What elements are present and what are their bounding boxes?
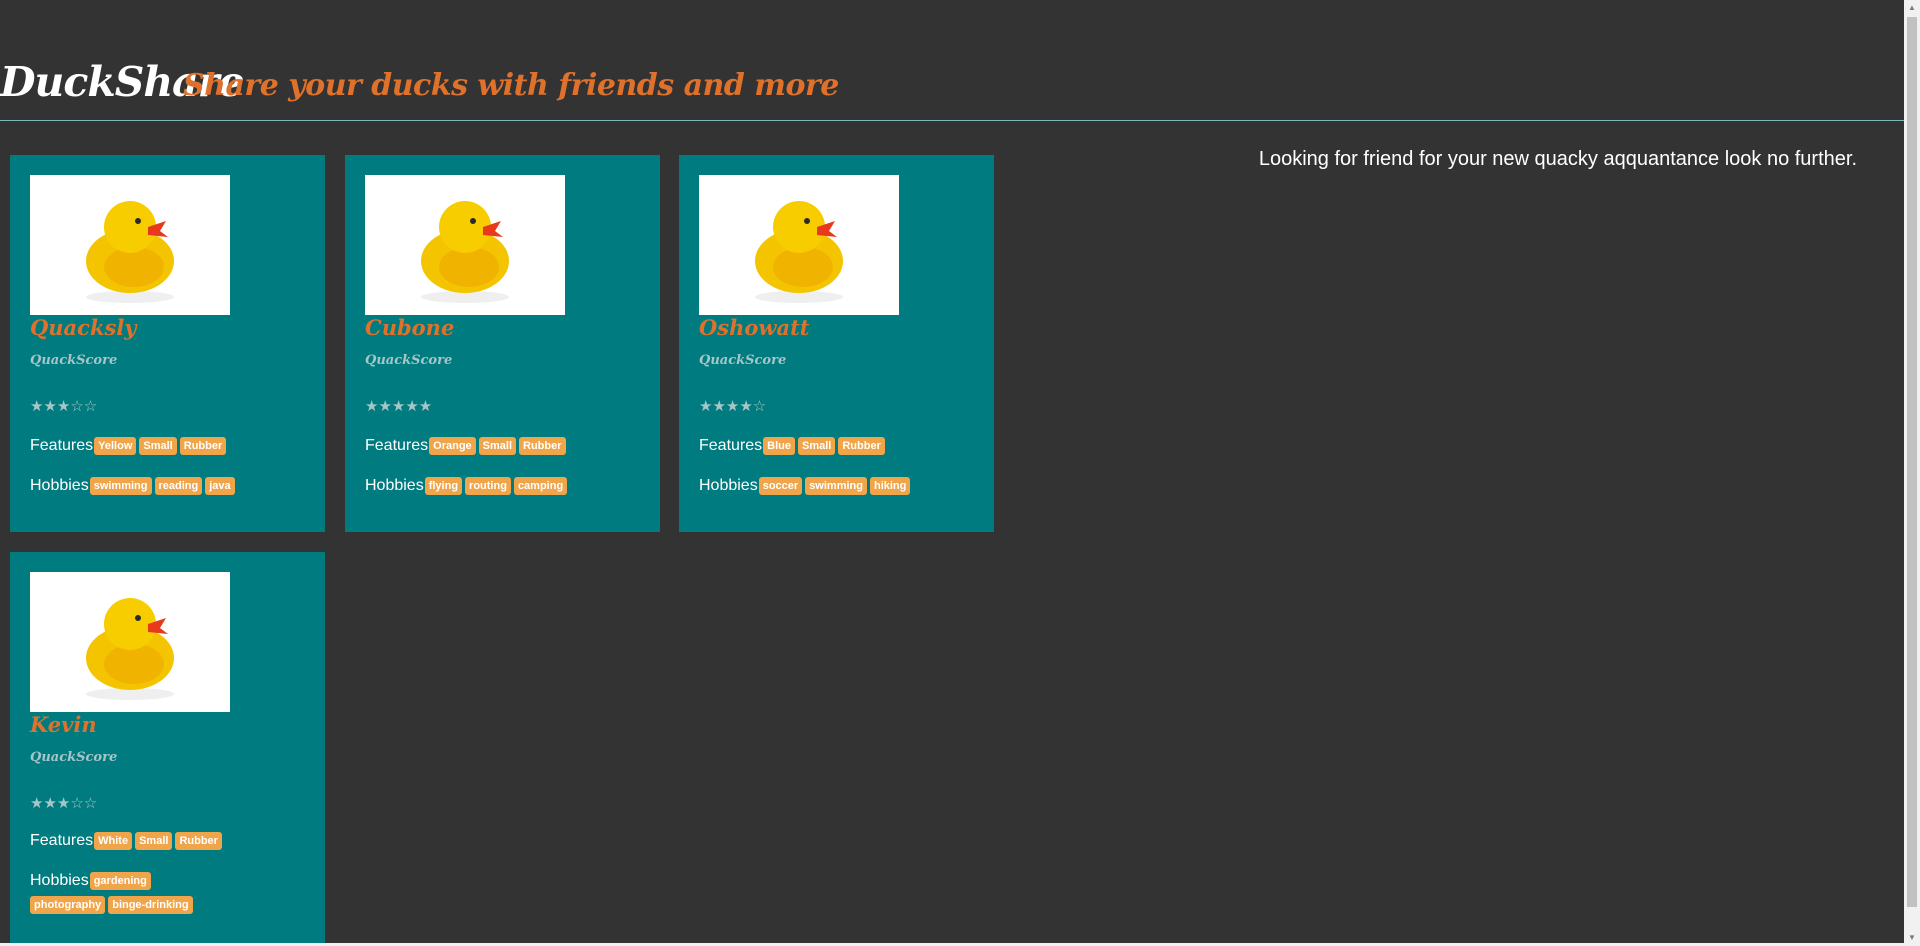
- hobby-tag: routing: [465, 476, 511, 495]
- vertical-scrollbar[interactable]: ▲ ▼: [1904, 0, 1920, 946]
- hobbies-row: Hobbies gardening photography binge-drinkin…: [30, 869, 230, 917]
- rubber-duck-image: [86, 598, 174, 700]
- duck-card[interactable]: Quacksly QuackScore ★★★☆☆ Features Yellow…: [10, 155, 325, 532]
- hobby-tag: reading: [154, 476, 203, 495]
- feature-tag: Rubber: [519, 436, 566, 455]
- hobby-tag: photography: [30, 895, 106, 914]
- feature-tag: Small: [135, 831, 173, 850]
- intro-text: Looking for friend for your new quacky a…: [1258, 148, 1857, 170]
- duck-name[interactable]: Kevin: [30, 712, 97, 737]
- duck-card[interactable]: Kevin QuackScore ★★★☆☆ Features White Smal…: [10, 552, 325, 946]
- duck-photo: [699, 175, 899, 315]
- feature-tag: White: [94, 831, 133, 850]
- features-row: Features White Small Rubber: [30, 829, 310, 853]
- feature-tag: Blue: [763, 436, 795, 455]
- page-header: DuckShare Share your ducks with friends …: [0, 0, 1904, 121]
- features-label: Features: [699, 437, 763, 454]
- duck-photo: [30, 175, 230, 315]
- feature-tag: Small: [139, 436, 177, 455]
- quackscore-label: QuackScore: [30, 750, 118, 765]
- features-label: Features: [30, 832, 94, 849]
- star-rating: ★★★★★: [365, 398, 433, 415]
- scrollbar-thumb[interactable]: [1907, 17, 1917, 907]
- features-label: Features: [365, 437, 429, 454]
- features-row: Features Yellow Small Rubber: [30, 434, 310, 458]
- hobby-tag: camping: [513, 476, 568, 495]
- features-row: Features Blue Small Rubber: [699, 434, 979, 458]
- hobby-tag: java: [205, 476, 235, 495]
- quackscore-label: QuackScore: [365, 353, 453, 368]
- hobby-tag: gardening: [89, 871, 151, 890]
- star-rating: ★★★★☆: [699, 398, 767, 415]
- duck-photo: [365, 175, 565, 315]
- hobbies-row: Hobbies swimming reading java: [30, 474, 310, 498]
- scroll-up-icon[interactable]: ▲: [1904, 0, 1920, 16]
- quackscore-label: QuackScore: [30, 353, 118, 368]
- quackscore-label: QuackScore: [699, 353, 787, 368]
- duck-card[interactable]: Oshowatt QuackScore ★★★★☆ Features Blue Sm…: [679, 155, 994, 532]
- feature-tag: Small: [797, 436, 836, 455]
- feature-tag: Yellow: [94, 436, 137, 455]
- duck-card[interactable]: Cubone QuackScore ★★★★★ Features Orange Sm…: [345, 155, 660, 532]
- duck-name[interactable]: Quacksly: [30, 315, 137, 340]
- hobbies-row: Hobbies soccer swimming hiking: [699, 474, 979, 498]
- rubber-duck-image: [755, 201, 843, 303]
- duck-photo: [30, 572, 230, 712]
- hobby-tag: binge-drinking: [108, 895, 193, 914]
- features-label: Features: [30, 437, 94, 454]
- feature-tag: Rubber: [175, 831, 222, 850]
- brand-tagline: Share your ducks with friends and more: [183, 68, 839, 103]
- duck-name[interactable]: Oshowatt: [699, 315, 809, 340]
- duck-name[interactable]: Cubone: [365, 315, 454, 340]
- feature-tag: Rubber: [179, 436, 227, 455]
- hobbies-label: Hobbies: [699, 477, 758, 494]
- feature-tag: Rubber: [838, 436, 885, 455]
- hobby-tag: flying: [424, 476, 463, 495]
- hobbies-label: Hobbies: [365, 477, 424, 494]
- rubber-duck-image: [421, 201, 509, 303]
- hobby-tag: swimming: [89, 476, 152, 495]
- feature-tag: Orange: [429, 436, 476, 455]
- scroll-down-icon[interactable]: ▼: [1904, 930, 1920, 946]
- star-rating: ★★★☆☆: [30, 795, 98, 812]
- hobbies-label: Hobbies: [30, 872, 89, 889]
- hobbies-row: Hobbies flying routing camping: [365, 474, 645, 498]
- rubber-duck-image: [86, 201, 174, 303]
- feature-tag: Small: [478, 436, 517, 455]
- hobby-tag: swimming: [805, 476, 867, 495]
- hobby-tag: soccer: [758, 476, 803, 495]
- hobby-tag: hiking: [869, 476, 911, 495]
- star-rating: ★★★☆☆: [30, 398, 98, 415]
- features-row: Features Orange Small Rubber: [365, 434, 645, 458]
- hobbies-label: Hobbies: [30, 477, 89, 494]
